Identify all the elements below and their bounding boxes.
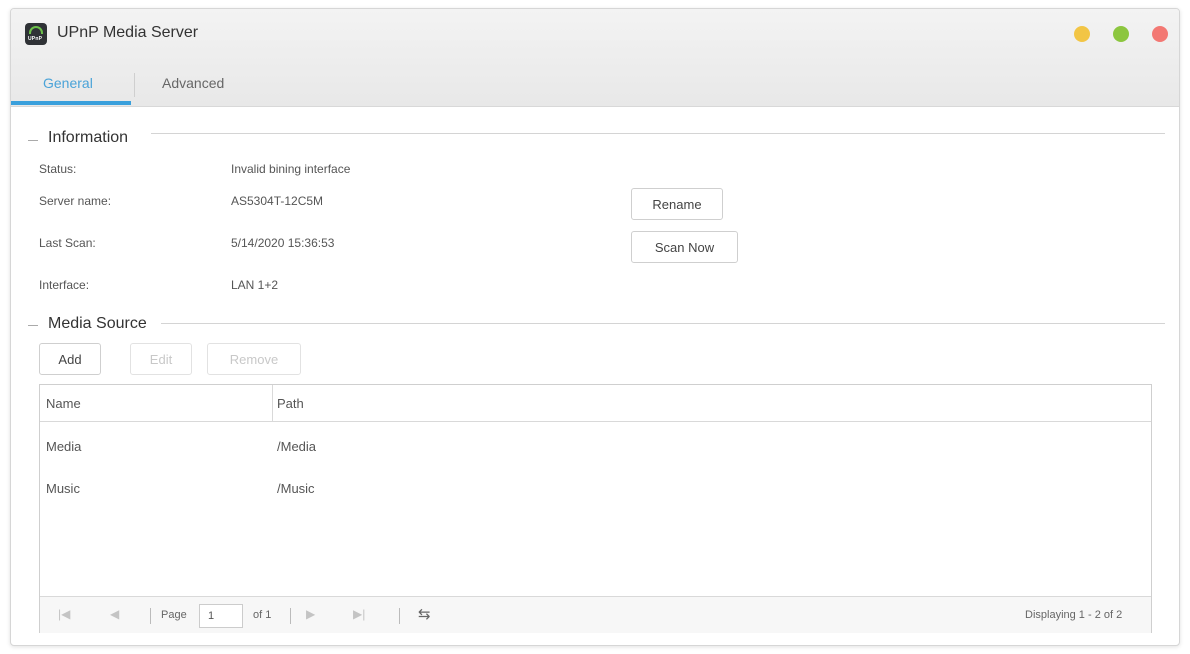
- row-path: /Music: [277, 481, 315, 496]
- row-path: /Media: [277, 439, 317, 454]
- last-scan-label: Last Scan:: [39, 236, 96, 250]
- signal-arc-icon: [29, 26, 43, 34]
- next-page-icon[interactable]: ▶: [306, 607, 315, 621]
- column-divider[interactable]: [272, 385, 273, 422]
- edit-button[interactable]: Edit: [130, 343, 192, 375]
- table-header: Name Path: [40, 385, 1151, 422]
- pager-divider: [290, 608, 291, 624]
- row-name: Media: [46, 439, 82, 454]
- fieldset-line: [151, 133, 1165, 134]
- app-icon-text: UPnP: [28, 36, 43, 42]
- column-header-path[interactable]: Path: [277, 396, 304, 411]
- pager-divider: [150, 608, 151, 624]
- window-header: UPnP UPnP Media Server General Advanced: [11, 9, 1179, 107]
- remove-button[interactable]: Remove: [207, 343, 301, 375]
- media-source-table: Name Path Media /Media Music /Music |◀ ◀…: [39, 384, 1152, 633]
- refresh-icon[interactable]: ⇆: [418, 605, 431, 623]
- row-name: Music: [46, 481, 80, 496]
- tab-divider: [134, 73, 135, 97]
- column-header-name[interactable]: Name: [46, 396, 81, 411]
- scan-now-button[interactable]: Scan Now: [631, 231, 738, 263]
- page-count-label: of 1: [253, 609, 272, 621]
- close-button[interactable]: [1152, 26, 1168, 42]
- displaying-count: Displaying 1 - 2 of 2: [1025, 609, 1123, 621]
- last-page-icon[interactable]: ▶|: [353, 607, 365, 621]
- active-tab-indicator: [11, 101, 131, 105]
- interface-value: LAN 1+2: [231, 278, 279, 292]
- page-number-input[interactable]: 1: [199, 604, 243, 628]
- last-scan-value: 5/14/2020 15:36:53: [231, 236, 335, 250]
- page-label: Page: [161, 609, 187, 621]
- pager-divider: [399, 608, 400, 624]
- pagination-bar: |◀ ◀ Page 1 of 1 ▶ ▶| ⇆ Displaying 1 - 2…: [40, 596, 1151, 633]
- information-heading: Information: [42, 129, 135, 147]
- fieldset-line: [161, 323, 1165, 324]
- minimize-button[interactable]: [1074, 26, 1090, 42]
- status-value: Invalid bining interface: [231, 162, 351, 176]
- tab-advanced[interactable]: Advanced: [162, 75, 224, 91]
- add-button[interactable]: Add: [39, 343, 101, 375]
- media-source-heading: Media Source: [42, 315, 153, 333]
- upnp-app-icon: UPnP: [25, 23, 47, 45]
- interface-label: Interface:: [39, 278, 90, 292]
- fieldset-dash: [28, 140, 38, 141]
- server-name-label: Server name:: [39, 194, 112, 208]
- first-page-icon[interactable]: |◀: [58, 607, 70, 621]
- upnp-window: UPnP UPnP Media Server General Advanced …: [10, 8, 1180, 646]
- status-label: Status:: [39, 162, 77, 176]
- server-name-value: AS5304T-12C5M: [231, 194, 324, 208]
- tab-general[interactable]: General: [43, 75, 93, 91]
- maximize-button[interactable]: [1113, 26, 1129, 42]
- prev-page-icon[interactable]: ◀: [110, 607, 119, 621]
- fieldset-dash: [28, 325, 38, 326]
- window-title: UPnP Media Server: [57, 24, 199, 41]
- rename-button[interactable]: Rename: [631, 188, 723, 220]
